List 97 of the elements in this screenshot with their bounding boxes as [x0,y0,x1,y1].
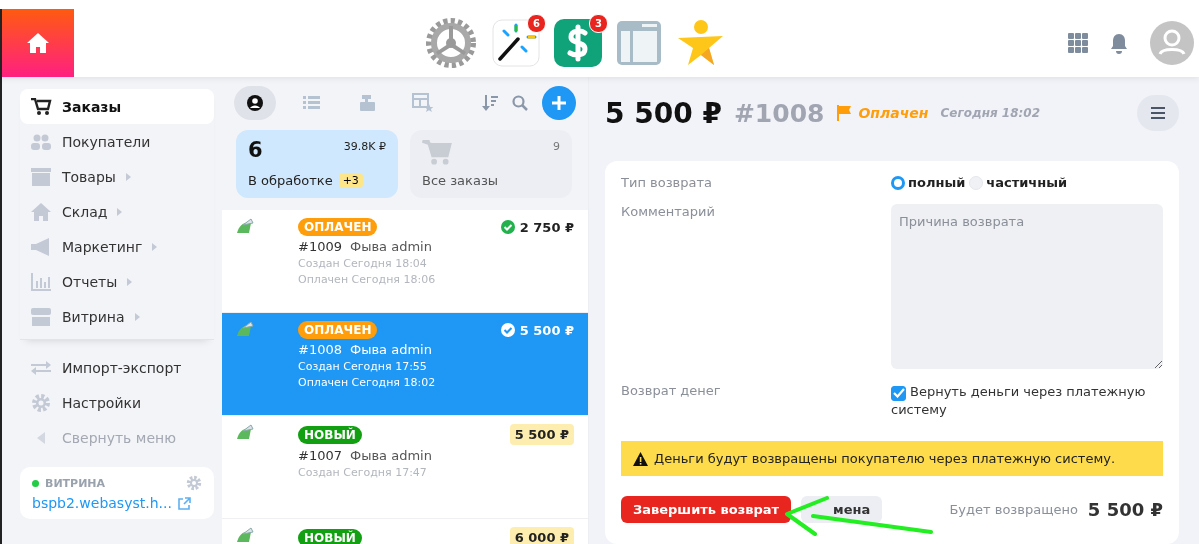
order-row[interactable]: НОВЫЙ 6 000 ₽ [222,519,588,544]
settings-icon [30,392,52,413]
user-avatar-icon[interactable] [1150,21,1194,65]
search-icon[interactable] [512,95,528,111]
order-total: 5 500 ₽ [605,96,722,130]
notification-badge: 3 [589,14,608,33]
people-icon [30,133,52,150]
check-circle-icon [500,323,515,337]
filter-count: 9 [553,140,560,153]
megaphone-icon [30,237,52,256]
storefront-icon [30,307,52,326]
order-status-badge: НОВЫЙ [298,425,362,444]
filter-total: 39.8K ₽ [343,140,386,153]
apps-grid-icon[interactable] [1068,33,1088,53]
complete-refund-button[interactable]: Завершить возврат [621,496,792,523]
comment-field[interactable]: Причина возврата [891,204,1163,369]
storefront-label: ВИТРИНА [45,476,107,490]
order-state: Оплачен [858,105,929,121]
view-toggle[interactable] [234,86,276,120]
add-order-button[interactable] [542,86,576,120]
filter-count: 6 [248,140,263,161]
checkmark-icon [892,388,905,398]
menu-icon [1151,107,1165,119]
sidebar-item[interactable]: Настройки [20,385,214,420]
notification-badge: 6 [527,14,546,33]
order-amount: 6 000 ₽ [509,527,574,544]
external-link-icon[interactable] [177,496,191,510]
order-number: #1008 [733,98,825,128]
sidebar-item[interactable]: Импорт-экспорт [20,350,214,385]
sidebar-item[interactable]: Товары [20,159,214,194]
customer-name: Фыва admin [350,342,432,357]
check-circle-icon [500,220,515,234]
warning-text: Деньги будут возвращены покупателю через платежную систему. [654,451,1116,466]
order-timestamp: Оплачен Сегодня 18:02 [298,376,437,389]
flag-icon [836,105,853,121]
broken-image-icon [236,321,254,337]
warning-icon [633,451,648,466]
order-amount: 5 500 ₽ [500,322,574,338]
swap-arrows-icon [30,358,52,377]
settings-icon[interactable] [186,475,202,491]
home-icon [26,32,50,54]
cart-icon [30,97,52,116]
customer-name: Фыва admin [350,239,432,254]
sidebar-item[interactable]: Витрина [20,299,214,334]
field-label: Возврат денег [621,383,722,398]
sort-icon[interactable] [482,95,498,111]
order-amount: 5 500 ₽ [509,424,574,445]
table-star-icon [412,93,434,113]
user-icon [247,95,263,111]
order-timestamp: Создан Сегодня 18:04 [298,257,428,270]
sidebar-item[interactable]: Заказы [20,89,214,124]
field-label: Комментарий [621,204,716,219]
cart-icon [422,140,452,166]
sidebar-item[interactable]: Отчеты [20,264,214,299]
sidebar-item[interactable]: Покупатели [20,124,214,159]
new-count-badge: +3 [338,173,363,188]
house-icon [30,202,52,221]
order-amount: 2 750 ₽ [500,219,574,235]
filter-label: Все заказы [422,173,499,188]
order-timestamp: Оплачен Сегодня 18:06 [298,273,437,286]
broken-image-icon [236,424,254,440]
order-filter-card[interactable]: 9 Все заказы [410,130,572,198]
broken-image-icon [236,218,254,234]
order-status-badge: ОПЛАЧЕН [298,218,378,236]
filter-label: В обработке [248,173,333,188]
order-number: #1008 [298,342,342,357]
refund-type-radio[interactable]: частичный [969,175,1068,190]
box-icon [30,167,52,186]
window-layout-app-icon[interactable] [616,20,662,66]
bar-chart-icon [30,272,52,291]
order-row[interactable]: НОВЫЙ 5 500 ₽ #1007 Фыва admin Создан Сегодня 17:47 [222,416,588,519]
order-filter-card[interactable]: 6 39.8K ₽ В обработке +3 [236,130,398,198]
broken-image-icon [236,527,254,543]
sidebar-item[interactable]: Склад [20,194,214,229]
refund-total: 5 500 ₽ [1087,499,1163,520]
home-button[interactable] [2,9,74,77]
order-date: Сегодня 18:02 [940,106,1041,120]
order-number: #1009 [298,239,342,254]
menu-button[interactable] [1137,95,1179,131]
order-status-badge: НОВЫЙ [298,528,362,544]
refund-total-label: Будет возвращено [949,502,1078,517]
refund-via-payment-checkbox[interactable]: Вернуть деньги через платежную систему [891,383,1163,419]
plus-icon [552,96,566,110]
order-status-badge: ОПЛАЧЕН [298,321,378,339]
dollar-app-icon[interactable] [554,19,602,67]
sidebar-item[interactable]: Маркетинг [20,229,214,264]
magic-wand-app-icon[interactable] [492,19,540,67]
cash-register-icon [358,95,376,111]
order-timestamp: Создан Сегодня 17:55 [298,360,428,373]
customer-name: Фыва admin [350,448,432,463]
bell-icon[interactable] [1110,32,1128,54]
field-label: Тип возврата [621,175,713,190]
refund-type-radio[interactable]: полный [891,175,966,190]
list-icon [302,96,320,110]
order-number: #1007 [298,448,342,463]
gear-app-icon[interactable] [424,16,478,70]
order-timestamp: Создан Сегодня 17:47 [298,466,428,479]
